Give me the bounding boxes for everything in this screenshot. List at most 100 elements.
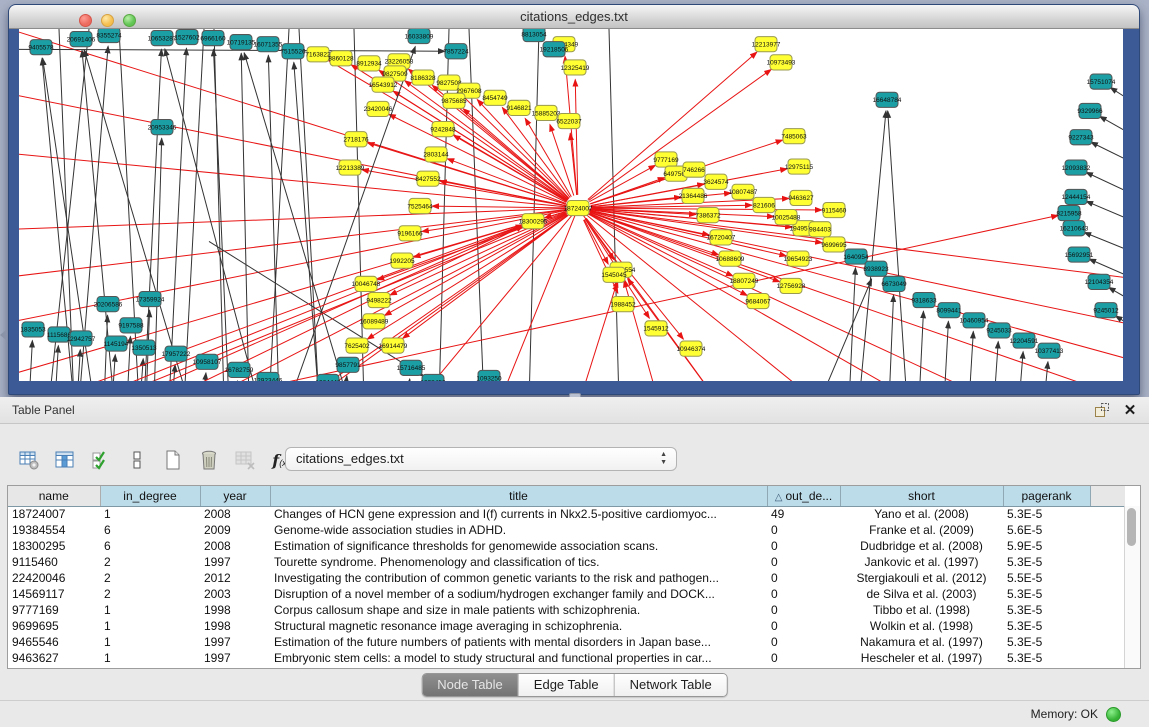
cell-title[interactable]: Investigating the contribution of common…: [270, 570, 767, 586]
cell-pagerank[interactable]: 5.3E-5: [1003, 506, 1090, 522]
cell-year[interactable]: 2003: [200, 586, 270, 602]
graph-edge[interactable]: [269, 29, 289, 381]
new-table-button[interactable]: [158, 446, 188, 474]
cell-out_de[interactable]: 0: [767, 602, 840, 618]
table-row[interactable]: 1830029562008Estimation of significance …: [8, 538, 1125, 554]
graph-edge[interactable]: [463, 109, 568, 200]
cell-short[interactable]: Tibbo et al. (1998): [840, 602, 1003, 618]
network-graph-canvas[interactable]: 1872400771638228860128891293423226058982…: [19, 29, 1123, 381]
cell-name[interactable]: 19384554: [8, 522, 100, 538]
cell-year[interactable]: 1997: [200, 634, 270, 650]
graph-edge[interactable]: [889, 295, 894, 381]
graph-edge[interactable]: [432, 206, 565, 208]
cell-title[interactable]: Disruption of a novel member of a sodium…: [270, 586, 767, 602]
cell-title[interactable]: Structural magnetic resonance image aver…: [270, 618, 767, 634]
graph-edge[interactable]: [1110, 88, 1123, 126]
graph-edge[interactable]: [55, 346, 58, 381]
graph-edge[interactable]: [213, 49, 229, 381]
panel-collapse-arrow[interactable]: [0, 330, 6, 340]
cell-out_de[interactable]: 0: [767, 570, 840, 586]
cell-year[interactable]: 1998: [200, 602, 270, 618]
graph-edge[interactable]: [1091, 142, 1123, 181]
graph-edge[interactable]: [29, 341, 32, 381]
cell-in_degree[interactable]: 6: [100, 522, 200, 538]
cell-in_degree[interactable]: 2: [100, 586, 200, 602]
cell-short[interactable]: Hescheler et al. (1997): [840, 650, 1003, 666]
graph-edge[interactable]: [1115, 316, 1123, 349]
table-row[interactable]: 911546021997Tourette syndrome. Phenomeno…: [8, 554, 1125, 570]
cell-in_degree[interactable]: 2: [100, 554, 200, 570]
graph-edge[interactable]: [112, 355, 115, 381]
cell-out_de[interactable]: 0: [767, 522, 840, 538]
column-header-year[interactable]: year: [200, 486, 270, 506]
graph-edge[interactable]: [469, 29, 484, 381]
cell-name[interactable]: 9699695: [8, 618, 100, 634]
float-panel-icon[interactable]: [1093, 401, 1111, 419]
network-graph-area[interactable]: 1872400771638228860128891293423226058982…: [19, 29, 1123, 381]
cell-name[interactable]: 9465546: [8, 634, 100, 650]
graph-edge[interactable]: [628, 279, 719, 381]
cell-in_degree[interactable]: 1: [100, 506, 200, 522]
cell-out_de[interactable]: 0: [767, 650, 840, 666]
cell-short[interactable]: Franke et al. (2009): [840, 522, 1003, 538]
cell-short[interactable]: Jankovic et al. (1997): [840, 554, 1003, 570]
graph-edge[interactable]: [389, 114, 567, 202]
cell-pagerank[interactable]: 5.3E-5: [1003, 554, 1090, 570]
cell-year[interactable]: 1998: [200, 618, 270, 634]
graph-edge[interactable]: [888, 111, 907, 381]
cell-name[interactable]: 22420046: [8, 570, 100, 586]
graph-edge[interactable]: [1086, 201, 1123, 236]
cell-out_de[interactable]: 0: [767, 634, 840, 650]
table-row[interactable]: 977716911998Corpus callosum shape and si…: [8, 602, 1125, 618]
cell-in_degree[interactable]: 1: [100, 602, 200, 618]
table-vertical-scrollbar[interactable]: [1124, 506, 1140, 668]
cell-title[interactable]: Embryonic stem cells: a model to study s…: [270, 650, 767, 666]
graph-edge[interactable]: [919, 311, 923, 381]
cell-name[interactable]: 9777169: [8, 602, 100, 618]
delete-table-button[interactable]: [194, 446, 224, 474]
cell-short[interactable]: Yano et al. (2008): [840, 506, 1003, 522]
table-row[interactable]: 1938455462009Genome-wide association stu…: [8, 522, 1125, 538]
graph-edge[interactable]: [453, 135, 566, 201]
table-settings-button[interactable]: [14, 446, 44, 474]
graph-edge[interactable]: [1086, 172, 1123, 211]
table-row[interactable]: 946554611997Estimation of the future num…: [8, 634, 1125, 650]
cell-out_de[interactable]: 0: [767, 538, 840, 554]
column-header-name[interactable]: name: [8, 486, 100, 506]
cell-pagerank[interactable]: 5.3E-5: [1003, 602, 1090, 618]
graph-edge[interactable]: [214, 29, 224, 381]
column-header-pagerank[interactable]: pagerank: [1003, 486, 1090, 506]
cell-name[interactable]: 18300295: [8, 538, 100, 554]
cell-name[interactable]: 18724007: [8, 506, 100, 522]
cell-short[interactable]: Wolkin et al. (1998): [840, 618, 1003, 634]
cell-year[interactable]: 2009: [200, 522, 270, 538]
graph-edge[interactable]: [944, 321, 948, 381]
cell-title[interactable]: Changes of HCN gene expression and I(f) …: [270, 506, 767, 522]
cell-title[interactable]: Corpus callosum shape and size in male p…: [270, 602, 767, 618]
cell-year[interactable]: 2008: [200, 506, 270, 522]
column-header-out-degree[interactable]: △out_de...: [767, 486, 840, 506]
graph-edge[interactable]: [1100, 116, 1123, 155]
cell-pagerank[interactable]: 5.6E-5: [1003, 522, 1090, 538]
select-all-columns-button[interactable]: [86, 446, 116, 474]
cell-pagerank[interactable]: 5.9E-5: [1003, 538, 1090, 554]
cell-pagerank[interactable]: 5.3E-5: [1003, 634, 1090, 650]
cell-in_degree[interactable]: 1: [100, 650, 200, 666]
cell-pagerank[interactable]: 5.3E-5: [1003, 618, 1090, 634]
tab-edge-table[interactable]: Edge Table: [519, 674, 615, 696]
graph-edge[interactable]: [241, 53, 249, 381]
table-row[interactable]: 946362711997Embryonic stem cells: a mode…: [8, 650, 1125, 666]
column-header-short[interactable]: short: [840, 486, 1003, 506]
graph-edge[interactable]: [579, 280, 618, 381]
cell-in_degree[interactable]: 1: [100, 634, 200, 650]
close-panel-icon[interactable]: ✕: [1121, 401, 1139, 419]
column-header-in-degree[interactable]: in_degree: [100, 486, 200, 506]
graph-edge[interactable]: [499, 208, 578, 381]
cell-title[interactable]: Genome-wide association studies in ADHD.: [270, 522, 767, 538]
row-height-button[interactable]: [122, 446, 152, 474]
table-row[interactable]: 969969511998Structural magnetic resonanc…: [8, 618, 1125, 634]
cell-name[interactable]: 9463627: [8, 650, 100, 666]
cell-in_degree[interactable]: 2: [100, 570, 200, 586]
window-titlebar[interactable]: citations_edges.txt: [9, 5, 1139, 29]
cell-short[interactable]: Stergiakouli et al. (2012): [840, 570, 1003, 586]
